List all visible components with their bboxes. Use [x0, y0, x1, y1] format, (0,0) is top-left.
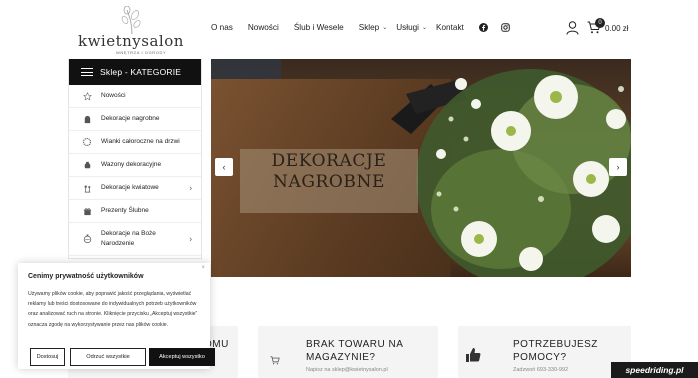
gift-icon — [81, 205, 93, 217]
info-box-title: POTRZEBUJESZ POMOCY? — [513, 339, 598, 363]
instagram-icon[interactable] — [501, 23, 510, 32]
customize-button[interactable]: Dostosuj — [30, 348, 65, 366]
main-nav: O nas Nowości Ślub i Wesele Sklep ⌄ Usłu… — [211, 23, 523, 32]
sidebar-item-wazony[interactable]: Wazony dekoracyjne — [69, 154, 201, 177]
cart-count-badge: 0 — [595, 18, 605, 28]
site-logo[interactable]: kwietnysalon WNĘTRZA I OGRODY — [78, 6, 183, 56]
info-box-out-of-stock: BRAK TOWARU NA MAGAZYNIE? Napisz na skle… — [258, 326, 438, 378]
reject-all-button[interactable]: Odrzuć wszystkie — [70, 348, 146, 366]
wreath-icon — [81, 136, 93, 148]
sidebar-header[interactable]: Sklep - KATEGORIE — [69, 59, 201, 85]
hero-title-line1: DEKORACJE — [271, 151, 387, 171]
chevron-right-icon[interactable]: › — [189, 184, 192, 193]
sidebar-header-label: Sklep - KATEGORIE — [100, 67, 182, 77]
grave-icon — [81, 113, 93, 125]
hero-banner[interactable]: DEKORACJE NAGROBNE ‹ › — [211, 59, 631, 277]
nav-item-o-nas[interactable]: O nas — [211, 23, 233, 32]
thumbs-up-icon — [464, 346, 482, 369]
slider-prev-button[interactable]: ‹ — [215, 158, 233, 176]
cart-total[interactable]: 0.00 zł — [605, 24, 629, 33]
sidebar-item-prezenty-slubne[interactable]: Prezenty Ślubne — [69, 200, 201, 223]
cookie-consent-banner: × Cenimy prywatność użytkowników Używamy… — [18, 263, 215, 369]
hamburger-icon — [81, 66, 93, 79]
nav-item-kontakt[interactable]: Kontakt — [436, 23, 464, 32]
sidebar-item-label: Dekoracje nagrobne — [101, 115, 160, 123]
sidebar-item-label: Dekoracje na Boże Narodzenie — [101, 230, 156, 247]
sidebar-item-wianki[interactable]: Wianki całoroczne na drzwi — [69, 131, 201, 154]
nav-item-nowosci[interactable]: Nowości — [248, 23, 279, 32]
chevron-right-icon[interactable]: › — [189, 235, 192, 244]
cookie-title: Cenimy prywatność użytkowników — [28, 273, 144, 280]
sidebar-item-boze-narodzenie[interactable]: Dekoracje na Boże Narodzenie › — [69, 223, 201, 256]
sidebar-item-label: Dekoracje kwiatowe — [101, 184, 159, 192]
sidebar-item-nowosci[interactable]: Nowości — [69, 85, 201, 108]
info-box-help: POTRZEBUJESZ POMOCY? Zadzwoń 693-330-992 — [458, 326, 631, 378]
category-sidebar: Sklep - KATEGORIE Nowości Dekoracje nagr… — [68, 59, 202, 259]
close-icon[interactable]: × — [201, 265, 205, 271]
info-box-phone[interactable]: Zadzwoń 693-330-992 — [513, 367, 568, 373]
star-icon — [81, 90, 93, 102]
logo-text: kwietnysalon — [78, 32, 184, 50]
accept-all-button[interactable]: Akceptuj wszystko — [149, 348, 215, 366]
nav-item-sklep[interactable]: Sklep — [359, 23, 379, 32]
chevron-down-icon[interactable]: ⌄ — [422, 24, 427, 31]
chevron-down-icon[interactable]: ⌄ — [382, 24, 387, 31]
nav-item-uslugi[interactable]: Usługi — [396, 23, 419, 32]
cart-icon — [270, 352, 280, 370]
sidebar-item-label: Nowości — [101, 92, 126, 100]
vase-icon — [81, 159, 93, 171]
user-icon[interactable] — [566, 21, 579, 40]
ornament-icon — [81, 233, 93, 245]
sidebar-item-label: Prezenty Ślubne — [101, 207, 149, 215]
facebook-icon[interactable] — [478, 23, 488, 32]
watermark: speedriding.pl — [611, 362, 698, 378]
sidebar-item-dekoracje-nagrobne[interactable]: Dekoracje nagrobne — [69, 108, 201, 131]
slider-next-button[interactable]: › — [609, 158, 627, 176]
sidebar-item-label: Wazony dekoracyjne — [101, 161, 162, 169]
info-box-email[interactable]: Napisz na sklep@kwietnysalon.pl — [306, 367, 388, 373]
hero-title-line2: NAGROBNE — [272, 172, 386, 192]
cookie-text: Używamy plików cookie, aby poprawić jako… — [28, 291, 198, 328]
flower-logo-icon — [121, 6, 141, 34]
sidebar-item-label: Wianki całoroczne na drzwi — [101, 138, 180, 146]
logo-subtitle: WNĘTRZA I OGRODY — [116, 50, 167, 55]
sidebar-item-dekoracje-kwiatowe[interactable]: Dekoracje kwiatowe › — [69, 177, 201, 200]
hero-title: DEKORACJE NAGROBNE — [240, 151, 418, 193]
info-box-title: BRAK TOWARU NA MAGAZYNIE? — [306, 339, 404, 363]
nav-item-slub-i-wesele[interactable]: Ślub i Wesele — [294, 23, 344, 32]
flower-icon — [81, 182, 93, 194]
